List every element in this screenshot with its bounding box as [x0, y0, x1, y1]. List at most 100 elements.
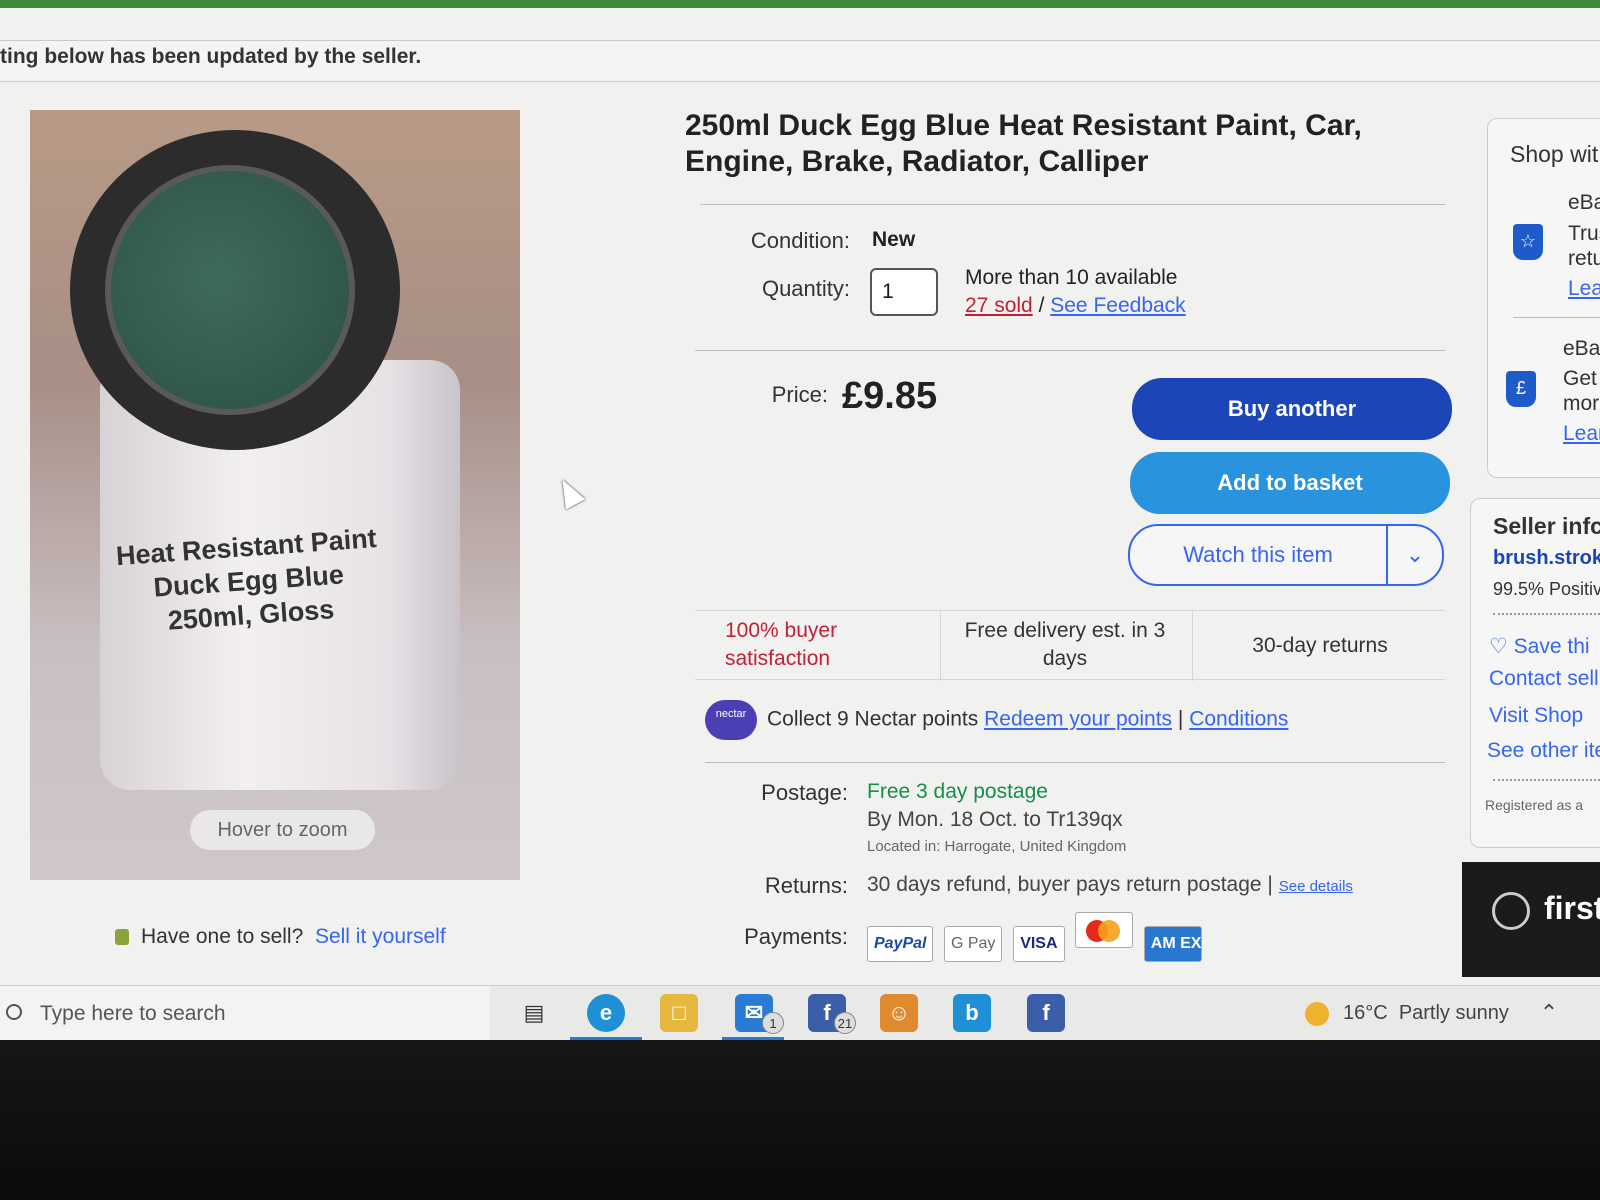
- add-to-basket-button[interactable]: Add to basket: [1130, 452, 1450, 514]
- nectar-separator: |: [1177, 707, 1184, 731]
- mouse-cursor-icon: [552, 474, 586, 510]
- availability-text: More than 10 available: [965, 266, 1178, 289]
- star-badge-icon: ☆: [1513, 224, 1543, 260]
- save-seller-label: Save thi: [1513, 635, 1590, 658]
- pound-shield-icon: £: [1506, 371, 1536, 407]
- nectar-text: Collect 9 Nectar points: [767, 707, 979, 731]
- money-back-line: Get: [1563, 367, 1597, 390]
- paint-swatch: [105, 165, 355, 415]
- task-view-icon[interactable]: ▤: [515, 994, 553, 1032]
- guarantee-line: retu: [1568, 247, 1600, 270]
- can-label: Heat Resistant Paint Duck Egg Blue 250ml…: [86, 519, 415, 681]
- sold-separator: /: [1038, 294, 1045, 317]
- guarantee-heading: eBa: [1568, 191, 1600, 214]
- seller-info-title: Seller infc: [1493, 513, 1600, 539]
- hover-to-zoom-hint: Hover to zoom: [190, 810, 375, 850]
- sell-it-yourself-link[interactable]: Sell it yourself: [315, 925, 446, 948]
- visa-icon: VISA: [1012, 926, 1065, 962]
- returns-feature: 30-day returns: [1252, 634, 1388, 657]
- seller-feedback-percent: 99.5% Positiv: [1493, 579, 1600, 599]
- browser-top-strip: [0, 0, 1600, 8]
- condition-label: Condition:: [750, 228, 850, 253]
- windows-taskbar: Type here to search ▤ e □ ✉ 1 f 21 ☺ b f…: [0, 985, 1600, 1040]
- file-explorer-icon[interactable]: □: [660, 994, 698, 1032]
- tag-icon: [115, 929, 129, 945]
- returns-label: Returns:: [764, 873, 848, 898]
- ad-text: first: [1544, 890, 1600, 926]
- weather-widget[interactable]: 16°C Partly sunny: [1305, 986, 1509, 1040]
- guarantee-line: Trus: [1568, 222, 1600, 245]
- divider: [700, 204, 1445, 205]
- visit-shop-link[interactable]: Visit Shop: [1489, 704, 1583, 728]
- chevron-down-icon[interactable]: ⌄: [1388, 526, 1442, 584]
- browser-screen: ting below has been updated by the selle…: [0, 0, 1600, 1040]
- mastercard-icon: [1075, 912, 1134, 948]
- sell-prompt: Have one to sell? Sell it yourself: [115, 925, 446, 949]
- taskbar-search-input[interactable]: Type here to search: [0, 986, 490, 1040]
- partly-sunny-icon: [1305, 1001, 1329, 1026]
- app-icon[interactable]: ☺: [880, 994, 918, 1032]
- sold-feedback-row: 27 sold / See Feedback: [965, 294, 1186, 318]
- see-feedback-link[interactable]: See Feedback: [1050, 294, 1185, 317]
- features-strip: 100% buyer satisfaction Free delivery es…: [695, 610, 1445, 681]
- listing-update-notice: ting below has been updated by the selle…: [0, 40, 1600, 82]
- shop-box-title: Shop wit: [1510, 141, 1599, 167]
- monitor-bezel: [0, 1040, 1600, 1200]
- ad-logo-icon: [1492, 892, 1530, 930]
- edge-browser-icon[interactable]: e: [587, 994, 625, 1032]
- save-seller-link[interactable]: ♡ Save thi: [1489, 634, 1590, 659]
- returns-text: 30 days refund, buyer pays return postag…: [867, 873, 1273, 896]
- divider: [695, 350, 1445, 351]
- advertisement-banner[interactable]: first: [1462, 862, 1600, 977]
- quantity-label: Quantity:: [761, 276, 850, 301]
- see-details-link[interactable]: See details: [1279, 878, 1353, 895]
- weather-temp: 16°C: [1343, 1002, 1388, 1024]
- postage-eta: By Mon. 18 Oct. to Tr139qx: [867, 808, 1123, 831]
- heart-icon: ♡: [1489, 635, 1508, 658]
- nectar-row: nectar Collect 9 Nectar points Redeem you…: [705, 700, 1288, 740]
- chevron-up-icon[interactable]: ⌃: [1530, 994, 1568, 1032]
- free-delivery-estimate: Free delivery est. in 3 days: [964, 619, 1166, 670]
- learn-more-link[interactable]: Lear: [1563, 422, 1600, 446]
- feature-divider: [940, 611, 941, 681]
- watch-item-label[interactable]: Watch this item: [1130, 526, 1386, 584]
- returns-value: 30 days refund, buyer pays return postag…: [867, 873, 1353, 897]
- sell-text: Have one to sell?: [141, 925, 304, 948]
- learn-more-link[interactable]: Lea: [1568, 277, 1600, 301]
- dotted-divider: [1493, 613, 1600, 615]
- payment-methods: PayPal G Pay VISA AM EX: [867, 912, 1208, 962]
- item-title: 250ml Duck Egg Blue Heat Resistant Paint…: [685, 109, 1362, 178]
- seller-name-link[interactable]: brush.strok: [1493, 547, 1600, 570]
- conditions-link[interactable]: Conditions: [1189, 708, 1288, 731]
- feature-divider: [1192, 611, 1193, 681]
- postage-value: Free 3 day postage: [867, 780, 1048, 803]
- sold-count-link[interactable]: 27 sold: [965, 294, 1033, 317]
- mail-badge: 1: [762, 1012, 784, 1034]
- shop-with-confidence-panel: Shop wit eBa ☆ Trus retu Lea eBa £ Get m…: [1487, 118, 1600, 478]
- watch-item-button[interactable]: Watch this item ⌄: [1128, 524, 1444, 586]
- search-icon: [6, 1004, 22, 1020]
- see-other-items-link[interactable]: See other ite: [1487, 739, 1600, 763]
- money-back-line: mor: [1563, 392, 1600, 415]
- google-pay-icon: G Pay: [943, 926, 1003, 962]
- weather-desc: Partly sunny: [1398, 1002, 1509, 1024]
- dotted-divider: [1493, 779, 1600, 781]
- price-value: £9.85: [842, 375, 938, 417]
- redeem-points-link[interactable]: Redeem your points: [984, 708, 1172, 731]
- postage-label: Postage:: [761, 780, 848, 805]
- facebook-icon[interactable]: f: [1027, 994, 1065, 1032]
- money-back-heading: eBa: [1563, 337, 1600, 360]
- quantity-input[interactable]: 1: [870, 268, 938, 316]
- divider: [705, 762, 1445, 763]
- buy-another-button[interactable]: Buy another: [1132, 378, 1452, 440]
- facebook-badge: 21: [834, 1012, 856, 1034]
- bing-icon[interactable]: b: [953, 994, 991, 1032]
- buyer-satisfaction: 100% buyer satisfaction: [725, 619, 838, 670]
- paypal-icon: PayPal: [867, 926, 934, 962]
- nectar-logo-icon: nectar: [705, 700, 757, 740]
- payments-label: Payments:: [744, 924, 848, 949]
- item-location: Located in: Harrogate, United Kingdom: [867, 838, 1127, 855]
- condition-value: New: [872, 228, 916, 251]
- contact-seller-link[interactable]: Contact sell: [1489, 667, 1599, 691]
- product-image[interactable]: Heat Resistant Paint Duck Egg Blue 250ml…: [30, 110, 520, 880]
